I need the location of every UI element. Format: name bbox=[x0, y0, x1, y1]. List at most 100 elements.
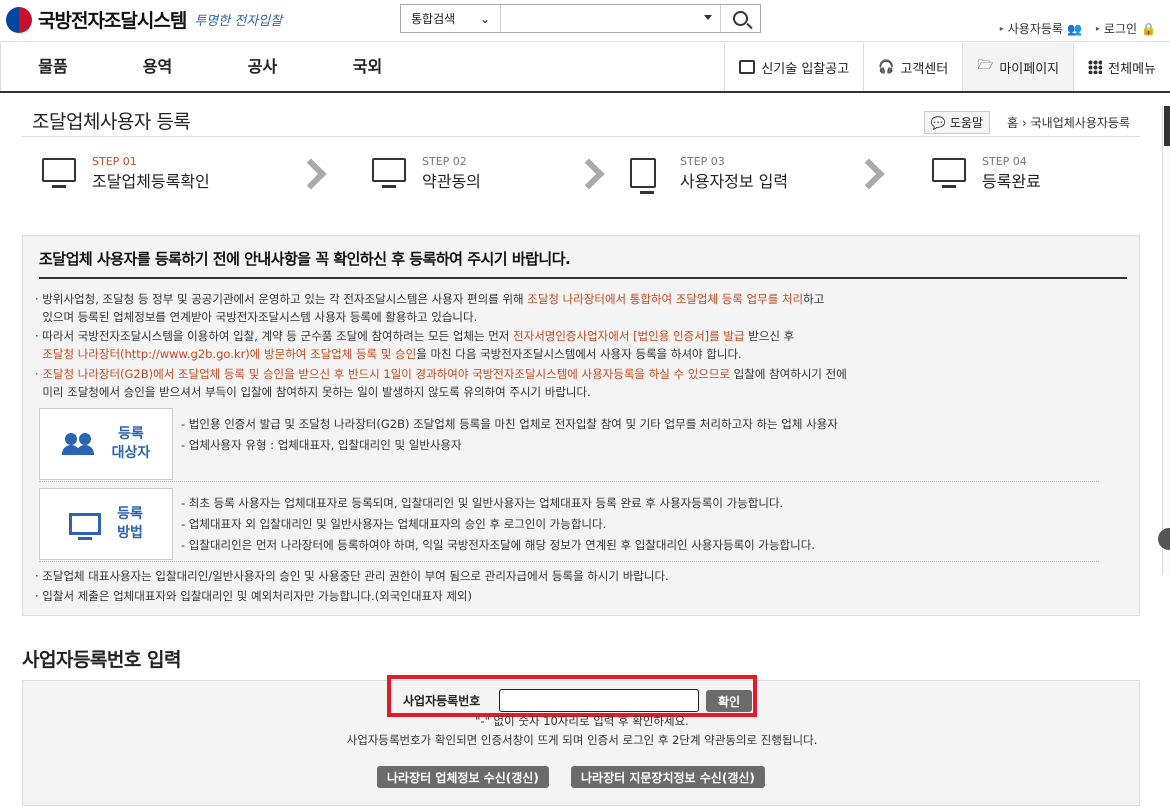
nav-allmenu-label: 전체메뉴 bbox=[1108, 61, 1156, 77]
step-3-label: 사용자정보 입력 bbox=[680, 172, 789, 191]
step-3: STEP 03 사용자정보 입력 bbox=[628, 155, 789, 194]
business-number-input[interactable] bbox=[499, 689, 699, 712]
chat-icon: 💬 bbox=[930, 115, 946, 130]
receive-company-info-button[interactable]: 나라장터 업체정보 수신(갱신) bbox=[377, 766, 549, 788]
notice-bullet-2: · 따라서 국방전자조달시스템을 이용하여 입찰, 계약 등 군수품 조달에 참… bbox=[35, 327, 1125, 363]
quick-panel-tab[interactable] bbox=[1164, 106, 1170, 146]
login-link[interactable]: ▸ 로그인 🔒 bbox=[1096, 20, 1156, 37]
notice-text: 있으며 등록된 업체정보를 연계받아 국방전자조달시스템 사용자 등록에 활용하… bbox=[42, 310, 478, 324]
grid-icon bbox=[1088, 60, 1103, 74]
step-2-number: STEP 02 bbox=[422, 155, 467, 168]
help-label: 도움말 bbox=[949, 116, 983, 130]
arrow-right-icon: ▸ bbox=[999, 24, 1004, 33]
target-label-2: 대상자 bbox=[111, 445, 151, 461]
nav-overseas[interactable]: 국외 bbox=[315, 43, 420, 91]
notice-text: 을 마친 다음 국방전자조달시스템에서 사용자 등록을 하셔야 합니다. bbox=[416, 347, 742, 361]
nav-customer-label: 고객센터 bbox=[900, 61, 949, 77]
target-description: - 법인용 인증서 발급 및 조달청 나라장터(G2B) 조달업체 등록을 마친… bbox=[181, 414, 838, 456]
step-1: STEP 01 조달업체등록확인 bbox=[40, 155, 210, 192]
nav-my-page[interactable]: 🗁 마이페이지 bbox=[962, 43, 1074, 91]
business-number-hint-1: "-" 없이 숫자 10자리로 입력 후 확인하세요. bbox=[475, 714, 689, 728]
business-number-heading: 사업자등록번호 입력 bbox=[22, 649, 181, 671]
right-quick-panel bbox=[1162, 105, 1170, 575]
lock-icon: 🔒 bbox=[1141, 21, 1156, 36]
notice-highlight: 조달청 나라장터에서 통합하여 조달업체 등록 업무를 처리 bbox=[527, 292, 804, 306]
notice-highlight: 전자서명인증사업자에서 [법인용 인증서]를 발급 bbox=[513, 329, 745, 343]
chevron-right-icon bbox=[853, 158, 885, 190]
step-indicator: STEP 01 조달업체등록확인 STEP 02 약관동의 STEP 03 사용자정보… bbox=[22, 155, 1140, 215]
main-nav: 물품 용역 공사 국외 신기술 입찰공고 🎧 고객센터 🗁 마이페이지 전체메뉴 bbox=[0, 43, 1170, 93]
receive-fingerprint-info-button[interactable]: 나라장터 지문장치정보 수신(갱신) bbox=[571, 766, 765, 788]
top-bar: 국방전자조달시스템 투명한 전자입찰 통합검색 ⌄ ▸ 사용자등록 👥 ▸ 로그… bbox=[0, 0, 1170, 42]
nav-new-tech-label: 신기술 입찰공고 bbox=[761, 61, 850, 77]
chevron-right-icon bbox=[573, 158, 605, 190]
chevron-right-icon bbox=[295, 158, 327, 190]
method-label-1: 등록 bbox=[117, 506, 143, 522]
nav-new-tech-bid[interactable]: 신기술 입찰공고 bbox=[724, 43, 863, 91]
arrow-right-icon: ▸ bbox=[1095, 24, 1100, 33]
site-logo[interactable]: 국방전자조달시스템 투명한 전자입찰 bbox=[6, 6, 282, 33]
nav-construction[interactable]: 공사 bbox=[210, 43, 315, 91]
folder-icon: 🗁 bbox=[977, 58, 994, 73]
step-1-number: STEP 01 bbox=[92, 155, 137, 168]
dropdown-caret-icon[interactable] bbox=[704, 15, 712, 20]
notice-bullet-4: · 조달업체 대표사용자는 입찰대리인/일반사용자의 승인 및 사용중단 관리 … bbox=[35, 569, 669, 583]
business-number-label: 사업자등록번호 bbox=[403, 694, 481, 708]
notice-text: 입찰에 참여하시기 전에 bbox=[730, 367, 847, 381]
nav-right-menu: 신기술 입찰공고 🎧 고객센터 🗁 마이페이지 전체메뉴 bbox=[724, 43, 1170, 91]
nav-goods[interactable]: 물품 bbox=[0, 43, 105, 91]
registration-method-row: 등록방법 - 최초 등록 사용자는 업체대표자로 등록되며, 입찰대리인 및 일… bbox=[39, 488, 1099, 562]
method-desc-line: - 최초 등록 사용자는 업체대표자로 등록되며, 입찰대리인 및 일반사용자는… bbox=[181, 496, 784, 510]
notice-heading: 조달업체 사용자를 등록하기 전에 안내사항을 꼭 확인하신 후 등록하여 주시… bbox=[39, 248, 1127, 279]
method-description: - 최초 등록 사용자는 업체대표자로 등록되며, 입찰대리인 및 일반사용자는… bbox=[181, 493, 815, 556]
scroll-top-button[interactable] bbox=[1158, 528, 1170, 550]
method-desc-line: - 업체대표자 외 입찰대리인 및 일반사용자는 업체대표자의 승인 후 로그인… bbox=[181, 517, 607, 531]
notice-text: · 방위사업청, 조달청 등 정부 및 공공기관에서 운영하고 있는 각 전자조… bbox=[35, 292, 528, 306]
step-1-label: 조달업체등록확인 bbox=[92, 172, 210, 191]
main-content: 조달업체사용자 등록 💬 도움말 홈 › 국내업체사용자등록 STEP 01 조달업… bbox=[22, 95, 1140, 806]
step-4: STEP 04 등록완료 bbox=[930, 155, 1041, 192]
search-scope-label: 통합검색 bbox=[411, 12, 456, 26]
headset-icon: 🎧 bbox=[878, 59, 895, 75]
user-register-link[interactable]: ▸ 사용자등록 👥 bbox=[1000, 20, 1082, 37]
confirm-button[interactable]: 확인 bbox=[706, 690, 752, 712]
notice-text: 받으신 후 bbox=[744, 329, 795, 343]
monitor-check-icon bbox=[40, 156, 80, 192]
step-3-number: STEP 03 bbox=[680, 155, 725, 168]
notice-text: 미리 조달청에서 승인을 받으셔서 부득이 입찰에 참여하지 못하는 일이 발생… bbox=[42, 385, 591, 399]
taegeuk-emblem-icon bbox=[6, 6, 32, 33]
logo-text: 국방전자조달시스템 bbox=[38, 10, 187, 32]
chevron-down-icon: ⌄ bbox=[479, 11, 490, 26]
nav-mypage-label: 마이페이지 bbox=[999, 61, 1060, 77]
method-label-2: 방법 bbox=[117, 525, 143, 541]
nav-services[interactable]: 용역 bbox=[105, 43, 210, 91]
utility-links: ▸ 사용자등록 👥 ▸ 로그인 🔒 bbox=[1000, 20, 1156, 37]
breadcrumb: 홈 › 국내업체사용자등록 bbox=[1007, 116, 1130, 130]
registration-target-row: 등록대상자 - 법인용 인증서 발급 및 조달청 나라장터(G2B) 조달업체 … bbox=[39, 408, 1099, 482]
notice-highlight: 조달청 나라장터(http://www.g2b.go.kr)에 방문하여 조달업… bbox=[42, 347, 417, 361]
search-button[interactable] bbox=[720, 5, 760, 32]
users-icon: 👥 bbox=[1066, 21, 1082, 36]
registration-target-card: 등록대상자 bbox=[39, 408, 173, 480]
notice-bullet-5: · 입찰서 제출은 업체대표자와 입찰대리인 및 예외처리자만 가능합니다.(외… bbox=[35, 589, 472, 603]
target-label-1: 등록 bbox=[118, 426, 144, 442]
login-label: 로그인 bbox=[1103, 22, 1138, 36]
step-4-number: STEP 04 bbox=[982, 155, 1027, 168]
notice-bullet-3: · 조달청 나라장터(G2B)에서 조달업체 등록 및 승인을 받으신 후 반드… bbox=[35, 365, 1125, 401]
help-button[interactable]: 💬 도움말 bbox=[923, 111, 990, 134]
users-icon bbox=[61, 433, 96, 455]
page-title: 조달업체사용자 등록 bbox=[32, 111, 191, 133]
method-desc-line: - 입찰대리인은 먼저 나라장터에 등록하여야 하며, 익일 국방전자조달에 해… bbox=[181, 538, 815, 552]
nav-all-menu[interactable]: 전체메뉴 bbox=[1073, 43, 1170, 91]
search-input[interactable] bbox=[501, 5, 720, 32]
business-number-hint-2: 사업자등록번호가 확인되면 인증서창이 뜨게 되며 인증서 로그인 후 2단계 … bbox=[346, 733, 818, 747]
logo-slogan: 투명한 전자입찰 bbox=[194, 14, 283, 29]
gnb-menu: 물품 용역 공사 국외 bbox=[0, 43, 420, 91]
search-scope-select[interactable]: 통합검색 ⌄ bbox=[401, 5, 501, 32]
notice-text: · 따라서 국방전자조달시스템을 이용하여 입찰, 계약 등 군수품 조달에 참… bbox=[35, 329, 514, 343]
search-icon bbox=[733, 11, 748, 26]
laptop-icon bbox=[930, 156, 970, 192]
search-bar: 통합검색 ⌄ bbox=[400, 4, 761, 33]
nav-customer-center[interactable]: 🎧 고객센터 bbox=[863, 43, 962, 91]
registration-method-card: 등록방법 bbox=[39, 488, 173, 560]
